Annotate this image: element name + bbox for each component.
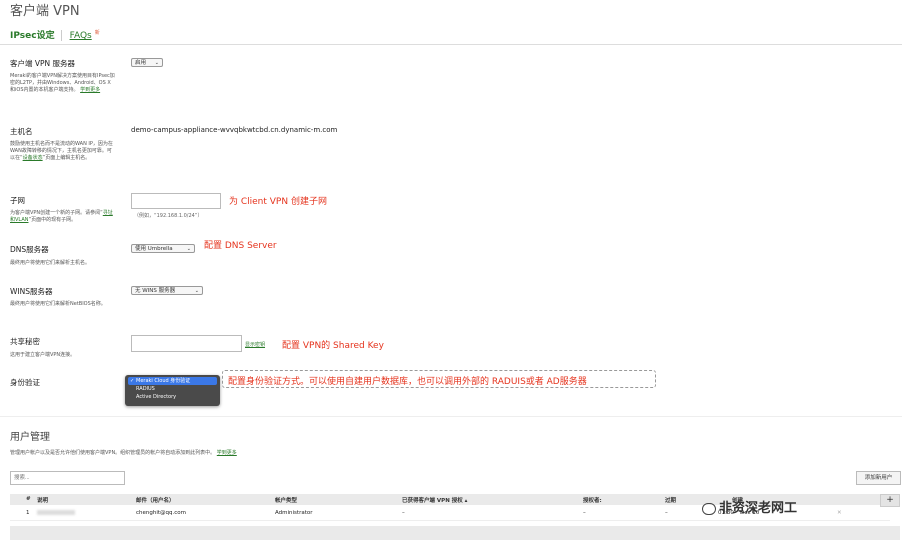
subnet-input[interactable] <box>131 193 221 209</box>
auth-dropdown[interactable]: ✓ Meraki Cloud 身份验证 RADIUS Active Directo… <box>125 375 220 406</box>
dns-select[interactable]: 使用 Umbrella ⌄ <box>131 244 195 253</box>
auth-label: 身份验证 <box>10 378 40 387</box>
col-description[interactable]: 说明 <box>37 496 48 504</box>
table-footer <box>10 526 900 540</box>
col-authorized-by[interactable]: 授权者: <box>583 496 602 504</box>
vpn-server-desc: Meraki的客户端VPN解决方案使用目有IPsec加密的L2TP，并由Wind… <box>10 73 115 93</box>
wechat-icon <box>702 502 716 515</box>
page-title: 客户端 VPN <box>10 4 80 19</box>
shared-secret-input[interactable] <box>131 335 242 352</box>
hostname-label: 主机名 <box>10 127 33 136</box>
tab-divider <box>60 30 62 41</box>
secret-desc: 这用于建立客户端VPN连接。 <box>10 352 76 358</box>
new-badge: 新 <box>94 30 100 36</box>
learn-more-link[interactable]: 学到更多 <box>217 450 237 456</box>
watermark: 非资深老网工 <box>702 497 797 516</box>
row-description-redacted <box>37 510 75 517</box>
hostname-value: demo-campus-appliance-wvvqbkwtcbd.cn.dyn… <box>131 126 338 134</box>
chevron-down-icon: ⌄ <box>186 246 191 252</box>
row-authorized-by: – <box>583 510 586 516</box>
wins-desc: 最终用户将使用它们来解析NetBIOS名称。 <box>10 301 106 307</box>
row-num: 1 <box>26 510 30 516</box>
annotation-subnet: 为 Client VPN 创建子网 <box>229 197 327 207</box>
col-vpn-authorized[interactable]: 已获得客户端 VPN 授权 ▴ <box>402 496 467 504</box>
user-mgmt-title: 用户管理 <box>10 432 50 443</box>
hostname-desc: 鼓励使用主机名而不是流动的WAN IP，因为在WAN故障转移的情况下，主机名更加… <box>10 141 113 161</box>
dns-desc: 最终用户将使用它们来解析主机名。 <box>10 260 91 266</box>
annotation-secret: 配置 VPN的 Shared Key <box>282 341 384 351</box>
annotation-dns: 配置 DNS Server <box>204 241 277 251</box>
subnet-label: 子网 <box>10 196 25 205</box>
col-expires[interactable]: 过期 <box>665 496 676 504</box>
checkmark-icon: ✓ <box>130 378 135 384</box>
wins-label: WINS服务器 <box>10 287 53 296</box>
show-key-link[interactable]: 显示密钥 <box>245 341 265 348</box>
row-authorized: – <box>402 510 405 516</box>
add-column-button[interactable]: + <box>880 494 900 507</box>
tab-faqs[interactable]: FAQs <box>70 31 92 41</box>
auth-option-meraki[interactable]: ✓ Meraki Cloud 身份验证 <box>128 377 217 385</box>
chevron-down-icon: ⌄ <box>154 60 159 66</box>
delete-icon[interactable]: ✕ <box>837 510 842 516</box>
col-num[interactable]: # <box>26 496 31 502</box>
row-email: chenghit@qq.com <box>136 510 187 516</box>
subnet-hint: （例如，“192.168.1.0/24”） <box>134 213 203 219</box>
tab-ipsec[interactable]: IPsec设定 <box>10 31 55 41</box>
dns-label: DNS服务器 <box>10 245 49 254</box>
auth-option-ad[interactable]: Active Directory <box>125 393 220 401</box>
secret-label: 共享秘密 <box>10 337 40 346</box>
col-account-type[interactable]: 帐户类型 <box>275 496 297 504</box>
vpn-server-select[interactable]: 启用 ⌄ <box>131 58 163 67</box>
section-divider <box>0 416 902 417</box>
tab-bar: IPsec设定 FAQs 新 <box>10 28 100 41</box>
device-status-link[interactable]: 设备状态 <box>23 155 43 161</box>
user-mgmt-desc: 管理用户帐户以及是否允许他们使用客户端VPN。组织管理员的帐户将自动添加到此列表… <box>10 450 237 456</box>
add-user-button[interactable]: 添加新用户 <box>856 471 901 485</box>
learn-more-link[interactable]: 学到更多 <box>80 87 100 93</box>
annotation-auth: 配置身份验证方式。可以使用自建用户数据库，也可以调用外部的 RADUIS或者 A… <box>228 377 587 387</box>
auth-option-radius[interactable]: RADIUS <box>125 385 220 393</box>
header-divider <box>0 44 902 45</box>
subnet-desc: 为客户端VPN创建一个新的子网。请参阅“寻址和VLAN”页面中的现有子网。 <box>10 210 113 223</box>
user-search-input[interactable] <box>10 471 125 485</box>
vpn-server-label: 客户端 VPN 服务器 <box>10 59 76 68</box>
row-account-type: Administrator <box>275 510 313 516</box>
chevron-down-icon: ⌄ <box>194 288 199 294</box>
col-email[interactable]: 邮件（用户名） <box>136 496 175 504</box>
wins-select[interactable]: 无 WINS 服务器 ⌄ <box>131 286 203 295</box>
row-expires: – <box>665 510 668 516</box>
